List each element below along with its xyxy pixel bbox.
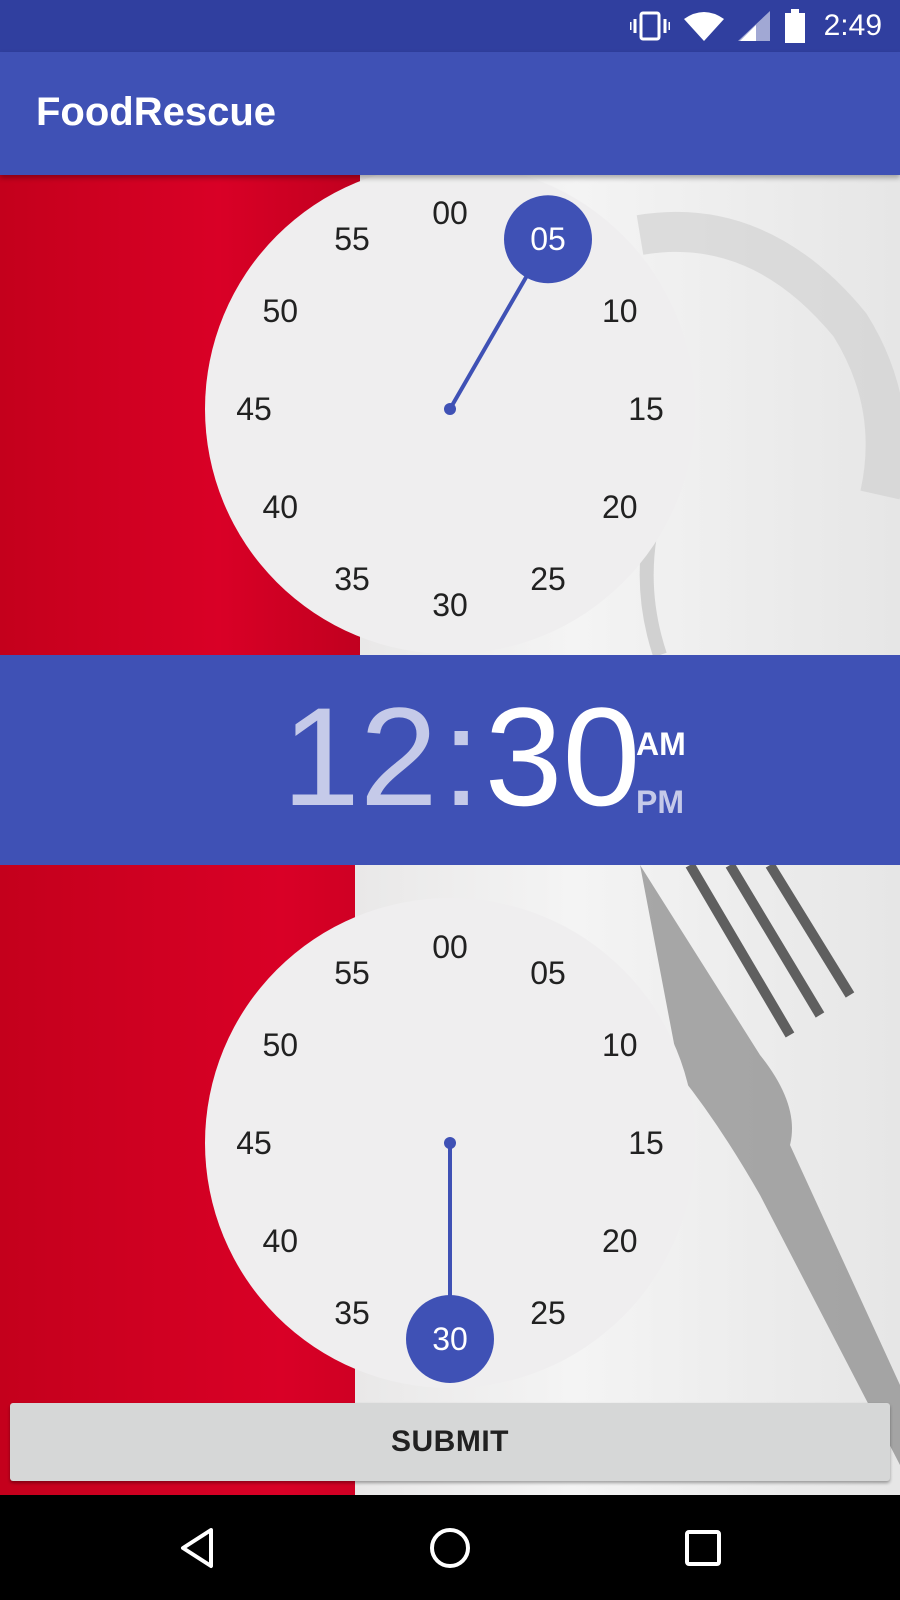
wifi-icon xyxy=(683,12,724,41)
am-pm-selector: AM PM xyxy=(636,715,686,831)
clock-number-25[interactable]: 25 xyxy=(513,1293,583,1333)
clock-number-55[interactable]: 55 xyxy=(317,953,387,993)
status-time: 2:49 xyxy=(823,9,882,42)
clock-number-55[interactable]: 55 xyxy=(317,219,387,259)
status-bar: 2:49 xyxy=(0,0,900,52)
battery-icon xyxy=(784,9,805,43)
clock-number-40[interactable]: 40 xyxy=(245,1221,315,1261)
hour-display[interactable]: 12 xyxy=(282,677,438,837)
navigation-bar xyxy=(0,1495,900,1600)
am-option[interactable]: AM xyxy=(636,715,686,773)
clock-center-dot xyxy=(444,1137,456,1149)
time-header: 12 : 30 AM PM xyxy=(0,655,900,865)
time-separator: : xyxy=(441,678,481,835)
clock-number-00[interactable]: 00 xyxy=(415,927,485,967)
vibrate-icon xyxy=(629,11,670,41)
clock-number-05[interactable]: 05 xyxy=(513,219,583,259)
clock-number-50[interactable]: 50 xyxy=(245,291,315,331)
clock-number-10[interactable]: 10 xyxy=(585,1025,655,1065)
clock-number-45[interactable]: 45 xyxy=(219,389,289,429)
minute-clock-top[interactable]: 00 05 10 15 20 25 30 35 40 45 50 55 xyxy=(205,164,695,654)
clock-number-25[interactable]: 25 xyxy=(513,559,583,599)
home-icon xyxy=(430,1527,470,1568)
clock-number-35[interactable]: 35 xyxy=(317,1293,387,1333)
screen: 2:49 FoodRescue 00 05 10 15 20 25 30 35 40 45 50 55 xyxy=(0,0,900,1600)
clock-number-00[interactable]: 00 xyxy=(415,193,485,233)
back-button[interactable] xyxy=(137,1495,257,1600)
app-title: FoodRescue xyxy=(36,90,277,134)
clock-number-45[interactable]: 45 xyxy=(219,1123,289,1163)
clock-number-20[interactable]: 20 xyxy=(585,487,655,527)
clock-center-dot xyxy=(444,403,456,415)
recents-icon xyxy=(685,1529,721,1566)
clock-number-05[interactable]: 05 xyxy=(513,953,583,993)
clock-number-30[interactable]: 30 xyxy=(415,1319,485,1359)
pm-option[interactable]: PM xyxy=(636,773,686,831)
time-digits: 12 : 30 xyxy=(282,677,640,837)
back-icon xyxy=(181,1527,213,1568)
submit-button[interactable]: SUBMIT xyxy=(10,1403,890,1481)
app-bar: FoodRescue xyxy=(0,52,900,175)
clock-number-20[interactable]: 20 xyxy=(585,1221,655,1261)
recents-button[interactable] xyxy=(643,1495,763,1600)
clock-number-15[interactable]: 15 xyxy=(611,1123,681,1163)
clock-number-50[interactable]: 50 xyxy=(245,1025,315,1065)
clock-number-35[interactable]: 35 xyxy=(317,559,387,599)
clock-number-15[interactable]: 15 xyxy=(611,389,681,429)
minute-display[interactable]: 30 xyxy=(485,677,641,837)
clock-number-40[interactable]: 40 xyxy=(245,487,315,527)
minute-clock-bottom[interactable]: 00 05 10 15 20 25 30 35 40 45 50 55 xyxy=(205,898,695,1388)
clock-number-10[interactable]: 10 xyxy=(585,291,655,331)
home-button[interactable] xyxy=(390,1495,510,1600)
signal-icon xyxy=(737,11,770,41)
clock-number-30[interactable]: 30 xyxy=(415,585,485,625)
